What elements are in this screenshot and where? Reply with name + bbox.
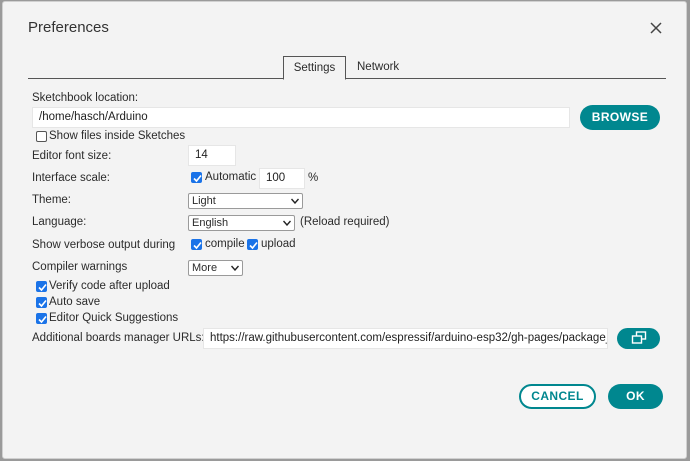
verbose-upload-label: upload xyxy=(261,238,296,250)
checkmark-icon xyxy=(193,174,202,183)
checkmark-icon xyxy=(38,283,47,292)
verify-after-upload-label: Verify code after upload xyxy=(49,280,170,292)
checkmark-icon xyxy=(193,241,202,250)
theme-select[interactable]: Light xyxy=(188,193,303,209)
verbose-upload-checkbox[interactable] xyxy=(247,239,258,250)
boards-urls-input[interactable]: https://raw.githubusercontent.com/espres… xyxy=(203,328,608,349)
automatic-scale-label: Automatic xyxy=(205,171,257,183)
chevron-down-icon xyxy=(283,220,291,226)
auto-save-checkbox[interactable] xyxy=(36,297,47,308)
edit-boards-urls-button[interactable] xyxy=(617,328,660,349)
cancel-button[interactable]: CANCEL xyxy=(519,384,596,409)
interface-scale-label: Interface scale: xyxy=(32,172,110,184)
tab-network[interactable]: Network xyxy=(348,56,408,78)
ok-button[interactable]: OK xyxy=(608,384,663,409)
boards-urls-label: Additional boards manager URLs: xyxy=(32,332,205,344)
theme-label: Theme: xyxy=(32,194,71,206)
compiler-warnings-selected: More xyxy=(192,262,218,274)
auto-save-label: Auto save xyxy=(49,296,101,308)
language-selected: English xyxy=(192,217,229,229)
theme-selected: Light xyxy=(192,195,216,207)
close-icon[interactable] xyxy=(648,20,664,36)
font-size-label: Editor font size: xyxy=(32,150,112,162)
verbose-compile-checkbox[interactable] xyxy=(191,239,202,250)
checkmark-icon xyxy=(38,299,47,308)
language-label: Language: xyxy=(32,216,87,228)
checkmark-icon xyxy=(38,315,47,324)
language-select[interactable]: English xyxy=(188,215,295,231)
show-files-checkbox[interactable] xyxy=(36,131,47,142)
quick-suggestions-checkbox[interactable] xyxy=(36,313,47,324)
quick-suggestions-label: Editor Quick Suggestions xyxy=(49,312,179,324)
interface-scale-unit: % xyxy=(308,172,319,184)
browse-button[interactable]: BROWSE xyxy=(580,105,660,130)
dialog-title: Preferences xyxy=(28,19,109,36)
show-files-label: Show files inside Sketches xyxy=(49,130,186,142)
compiler-warnings-select[interactable]: More xyxy=(188,260,243,276)
tab-settings[interactable]: Settings xyxy=(283,56,346,80)
automatic-scale-checkbox[interactable] xyxy=(191,172,202,183)
checkmark-icon xyxy=(249,241,258,250)
compiler-warnings-label: Compiler warnings xyxy=(32,261,128,273)
verbose-compile-label: compile xyxy=(205,238,245,250)
verify-after-upload-checkbox[interactable] xyxy=(36,281,47,292)
tabs-divider xyxy=(28,78,666,79)
verbose-output-label: Show verbose output during xyxy=(32,239,176,251)
chevron-down-icon xyxy=(291,198,299,204)
font-size-input[interactable]: 14 xyxy=(188,145,236,166)
sketchbook-location-input[interactable]: /home/hasch/Arduino xyxy=(32,107,570,128)
chevron-down-icon xyxy=(231,265,239,271)
interface-scale-input[interactable]: 100 xyxy=(259,168,305,189)
open-window-icon xyxy=(631,331,646,344)
preferences-dialog: Preferences Settings Network Sketchbook … xyxy=(2,1,687,459)
language-reload-note: (Reload required) xyxy=(300,216,390,228)
sketchbook-location-label: Sketchbook location: xyxy=(32,92,139,104)
